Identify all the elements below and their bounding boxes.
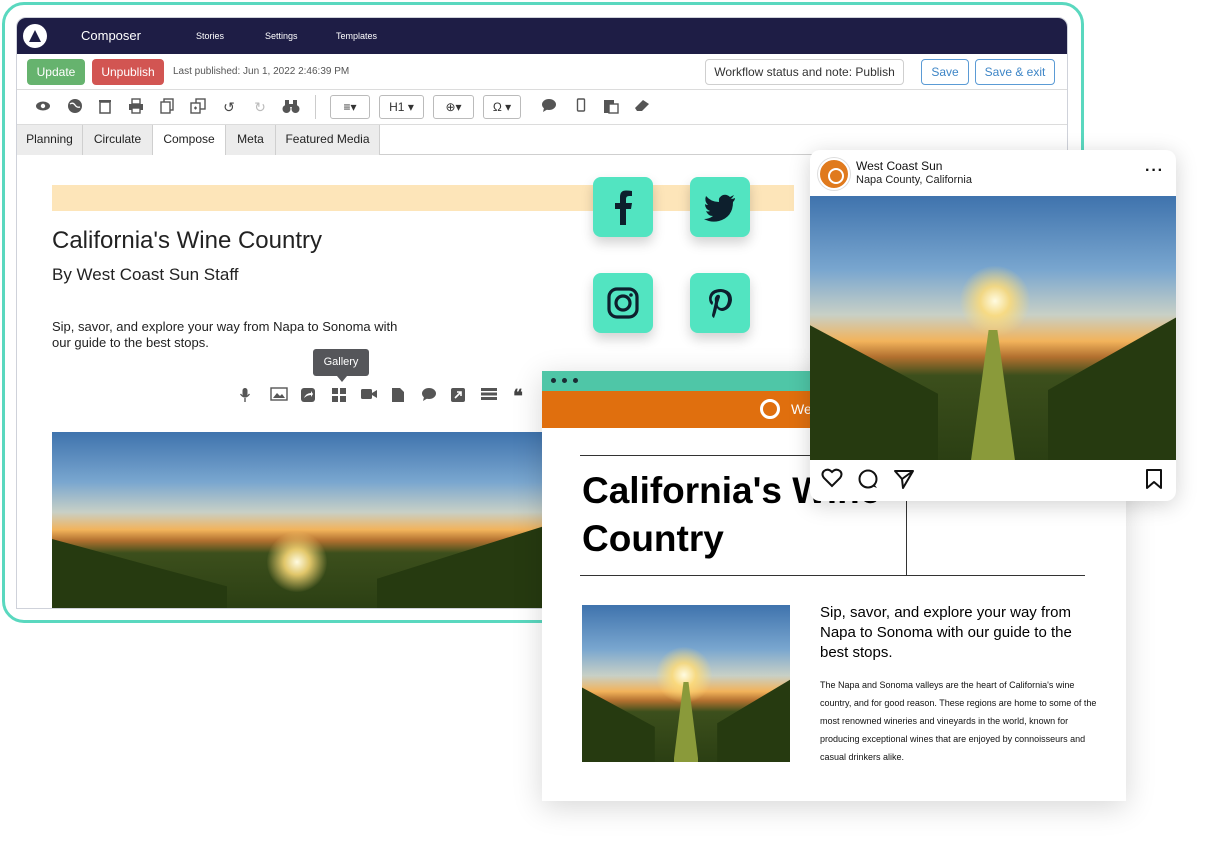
vine-row-left <box>810 286 939 460</box>
instagram-icon[interactable] <box>593 273 653 333</box>
share-send-icon[interactable] <box>892 468 916 492</box>
heart-icon[interactable] <box>820 468 844 492</box>
account-avatar[interactable] <box>818 158 850 190</box>
comment-bubble-icon[interactable] <box>420 387 438 405</box>
tab-featured-media[interactable]: Featured Media <box>276 125 380 155</box>
more-options-icon[interactable]: ··· <box>1145 162 1164 180</box>
save-button[interactable]: Save <box>921 59 969 85</box>
sun-glow <box>960 266 1030 336</box>
editor-toolbar: ↺ ↻ ≡▾ H1 ▾ ⊕▾ Ω ▾ <box>17 90 1067 125</box>
highlight-band <box>52 185 794 211</box>
site-brand[interactable]: We <box>791 401 812 417</box>
print-icon[interactable] <box>127 98 145 116</box>
nav-templates[interactable]: Templates <box>336 31 377 41</box>
comment-icon[interactable] <box>540 98 558 116</box>
article-dek[interactable]: Sip, savor, and explore your way from Na… <box>52 319 412 351</box>
gallery-tooltip: Gallery <box>313 349 369 382</box>
image-icon[interactable] <box>270 387 288 405</box>
last-published-text: Last published: Jun 1, 2022 2:46:39 PM <box>173 66 350 77</box>
external-link-icon[interactable] <box>449 387 467 405</box>
list-icon[interactable] <box>480 387 498 405</box>
instagram-post-card: West Coast Sun Napa County, California ·… <box>810 150 1176 501</box>
action-bar: Update Unpublish Last published: Jun 1, … <box>17 54 1067 90</box>
window-dot <box>562 378 567 383</box>
article-byline[interactable]: By West Coast Sun Staff <box>52 265 238 285</box>
duplicate-icon[interactable] <box>189 98 207 116</box>
heading-dropdown[interactable]: H1 ▾ <box>379 95 424 119</box>
special-character-dropdown[interactable]: Ω ▾ <box>483 95 521 119</box>
workflow-status-button[interactable]: Workflow status and note: Publish <box>705 59 904 85</box>
bookmark-icon[interactable] <box>1142 468 1166 492</box>
embed-share-icon[interactable] <box>299 387 317 405</box>
rule-bottom <box>580 575 1085 576</box>
video-icon[interactable] <box>360 387 378 405</box>
app-logo-icon[interactable] <box>23 24 47 48</box>
microphone-icon[interactable] <box>236 387 254 405</box>
tab-circulate[interactable]: Circulate <box>83 125 153 155</box>
vine-row-left <box>52 512 227 608</box>
align-dropdown[interactable]: ≡▾ <box>330 95 370 119</box>
nav-stories[interactable]: Stories <box>196 31 224 41</box>
window-dot <box>573 378 578 383</box>
app-name: Composer <box>81 28 141 43</box>
vine-row-right <box>717 655 790 762</box>
vineyard-path <box>971 330 1015 460</box>
eraser-icon[interactable] <box>633 98 651 116</box>
paste-icon[interactable] <box>602 98 620 116</box>
vine-row-right <box>1047 276 1176 460</box>
web-article-dek: Sip, savor, and explore your way from Na… <box>820 604 1072 661</box>
tab-planning[interactable]: Planning <box>17 125 83 155</box>
undo-icon[interactable]: ↺ <box>220 98 238 116</box>
nav-settings[interactable]: Settings <box>265 31 298 41</box>
trash-icon[interactable] <box>96 98 114 116</box>
article-title[interactable]: California's Wine Country <box>52 227 322 255</box>
account-name[interactable]: West Coast Sun <box>856 159 942 173</box>
tab-compose[interactable]: Compose <box>153 125 226 155</box>
post-location[interactable]: Napa County, California <box>856 174 972 186</box>
post-photo <box>810 196 1176 460</box>
sun-logo-icon[interactable] <box>760 399 780 419</box>
web-article-image <box>582 605 790 762</box>
mobile-preview-icon[interactable] <box>572 98 590 116</box>
unpublish-button[interactable]: Unpublish <box>92 59 164 85</box>
vine-row-right <box>377 492 552 608</box>
globe-icon[interactable] <box>66 98 84 116</box>
comment-icon[interactable] <box>856 468 880 492</box>
save-exit-button[interactable]: Save & exit <box>975 59 1055 85</box>
twitter-icon[interactable] <box>690 177 750 237</box>
copy-icon[interactable] <box>158 98 176 116</box>
update-button[interactable]: Update <box>27 59 85 85</box>
vine-row-left <box>582 665 655 762</box>
featured-vineyard-image[interactable] <box>52 432 552 608</box>
gallery-icon[interactable] <box>330 387 348 405</box>
preview-eye-icon[interactable] <box>34 98 52 116</box>
toolbar-divider <box>315 95 316 119</box>
sun-glow <box>267 532 327 592</box>
window-dot <box>551 378 556 383</box>
pinterest-icon[interactable] <box>690 273 750 333</box>
redo-icon[interactable]: ↻ <box>251 98 269 116</box>
web-article-body: The Napa and Sonoma valleys are the hear… <box>820 680 1097 762</box>
top-nav-bar: Composer Stories Settings Templates <box>17 18 1067 54</box>
quote-icon[interactable]: ❝ <box>509 387 527 405</box>
link-dropdown[interactable]: ⊕▾ <box>433 95 474 119</box>
tab-meta[interactable]: Meta <box>226 125 276 155</box>
find-binoculars-icon[interactable] <box>282 98 300 116</box>
document-icon[interactable] <box>389 387 407 405</box>
facebook-icon[interactable] <box>593 177 653 237</box>
